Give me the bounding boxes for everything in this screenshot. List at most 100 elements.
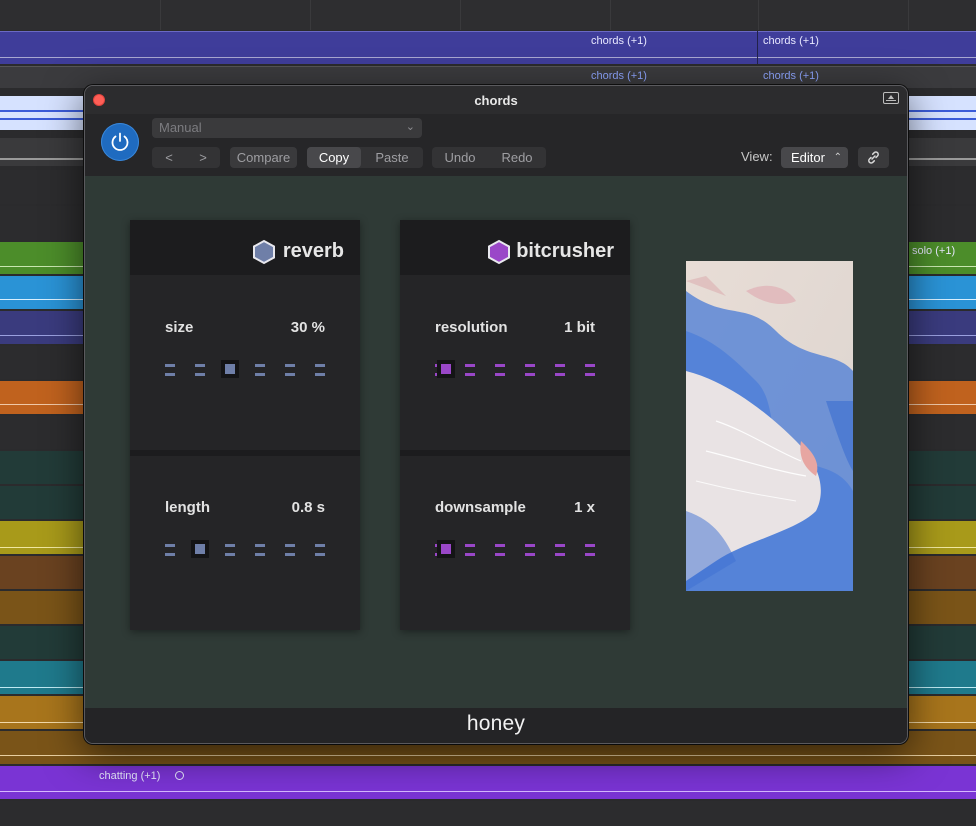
- size-stepper[interactable]: [165, 360, 327, 380]
- daw-background: chords (+1) chords (+1) chords (+1) chor…: [0, 0, 976, 826]
- dial-knob-handle[interactable]: [437, 360, 455, 378]
- dial-step-mark: [465, 544, 475, 547]
- chevron-down-icon: ⌄: [405, 121, 415, 133]
- dial-step-mark: [465, 553, 475, 556]
- downsample-stepper[interactable]: [435, 540, 597, 560]
- track-lane: [0, 0, 976, 30]
- dial-step-mark: [465, 373, 475, 376]
- brand-logo-text: honey: [466, 712, 526, 735]
- link-button[interactable]: [858, 147, 889, 168]
- dial-knob-handle[interactable]: [221, 360, 239, 378]
- plugin-window: chords Manual ⌄ < > Compare Copy Paste U…: [84, 85, 908, 744]
- dial-step-mark: [525, 364, 535, 367]
- bitcrusher-panel: bitcrusher resolution 1 bit downsample 1…: [400, 220, 630, 630]
- region-chords-1[interactable]: [0, 31, 976, 64]
- dial-step-mark: [255, 553, 265, 556]
- track-lane: [0, 801, 976, 826]
- dial-step-mark: [585, 553, 595, 556]
- length-stepper[interactable]: [165, 540, 327, 560]
- grid-line: [758, 0, 759, 30]
- next-preset-button[interactable]: >: [186, 147, 220, 168]
- dial-step-mark: [525, 373, 535, 376]
- bypass-power-button[interactable]: [101, 123, 139, 161]
- dial-step-mark: [315, 553, 325, 556]
- dial-knob-handle[interactable]: [437, 540, 455, 558]
- dial-step-mark: [495, 544, 505, 547]
- copy-button[interactable]: Copy: [307, 147, 361, 168]
- dial-step-mark: [285, 364, 295, 367]
- reverb-header: reverb: [130, 220, 360, 275]
- view-label: View:: [741, 149, 773, 164]
- dial-step-mark: [495, 553, 505, 556]
- dial-step-mark: [225, 553, 235, 556]
- bitcrusher-title: bitcrusher: [516, 240, 614, 262]
- region-label: chords (+1): [591, 35, 647, 47]
- region-label: chords (+1): [591, 70, 647, 82]
- dial-step-mark: [165, 553, 175, 556]
- dial-step-mark: [195, 364, 205, 367]
- dial-step-mark: [255, 373, 265, 376]
- grid-line: [460, 0, 461, 30]
- compare-button[interactable]: Compare: [230, 147, 297, 168]
- region-label: chords (+1): [763, 35, 819, 47]
- dial-step-mark: [465, 364, 475, 367]
- plugin-footer: honey: [85, 708, 907, 743]
- redo-button[interactable]: Redo: [488, 147, 546, 168]
- grid-line: [908, 0, 909, 30]
- panel-divider: [130, 450, 360, 456]
- dial-step-mark: [555, 544, 565, 547]
- cover-artwork-image: [686, 261, 853, 591]
- panel-divider: [400, 450, 630, 456]
- dial-step-mark: [165, 373, 175, 376]
- grid-line: [610, 0, 611, 30]
- region-split: [757, 31, 758, 64]
- dial-step-mark: [525, 553, 535, 556]
- paste-button[interactable]: Paste: [363, 147, 421, 168]
- grid-line: [160, 0, 161, 30]
- length-value: 0.8 s: [291, 499, 325, 516]
- dial-step-mark: [255, 364, 265, 367]
- link-icon: [868, 151, 879, 164]
- dial-step-mark: [555, 373, 565, 376]
- grid-line: [310, 0, 311, 30]
- length-label: length: [165, 499, 210, 516]
- preset-select[interactable]: Manual ⌄: [152, 118, 422, 138]
- dial-knob-handle[interactable]: [191, 540, 209, 558]
- dial-step-mark: [585, 364, 595, 367]
- dial-step-mark: [225, 544, 235, 547]
- dial-step-mark: [555, 553, 565, 556]
- preset-value: Manual: [159, 120, 202, 135]
- view-select[interactable]: Editor ⌃: [781, 147, 848, 168]
- resolution-stepper[interactable]: [435, 360, 597, 380]
- bitcrusher-hexagon-icon: [488, 239, 510, 265]
- downsample-value: 1 x: [574, 499, 595, 516]
- dial-step-mark: [285, 553, 295, 556]
- reverb-panel: reverb size 30 % length 0.8 s: [130, 220, 360, 630]
- resolution-value: 1 bit: [564, 319, 595, 336]
- dial-step-mark: [555, 364, 565, 367]
- bitcrusher-header: bitcrusher: [400, 220, 630, 275]
- dial-step-mark: [255, 544, 265, 547]
- up-down-chevron-icon: ⌃: [833, 152, 842, 163]
- preset-nav-group: < >: [152, 147, 220, 168]
- dial-step-mark: [195, 373, 205, 376]
- dial-step-mark: [165, 364, 175, 367]
- view-value: Editor: [791, 150, 825, 165]
- copy-paste-group: Copy Paste: [307, 147, 423, 168]
- window-title: chords: [474, 93, 518, 108]
- reverb-hexagon-icon: [253, 239, 275, 265]
- dial-step-mark: [285, 373, 295, 376]
- dial-step-mark: [285, 544, 295, 547]
- power-icon: [111, 132, 129, 151]
- dial-step-mark: [165, 544, 175, 547]
- undo-button[interactable]: Undo: [432, 147, 488, 168]
- collapse-window-icon[interactable]: [883, 92, 899, 104]
- dial-step-mark: [585, 373, 595, 376]
- dial-step-mark: [525, 544, 535, 547]
- downsample-label: downsample: [435, 499, 526, 516]
- region-label: solo (+1): [912, 245, 956, 257]
- resolution-label: resolution: [435, 319, 508, 336]
- window-titlebar[interactable]: chords: [85, 86, 907, 114]
- previous-preset-button[interactable]: <: [152, 147, 186, 168]
- dial-step-mark: [495, 364, 505, 367]
